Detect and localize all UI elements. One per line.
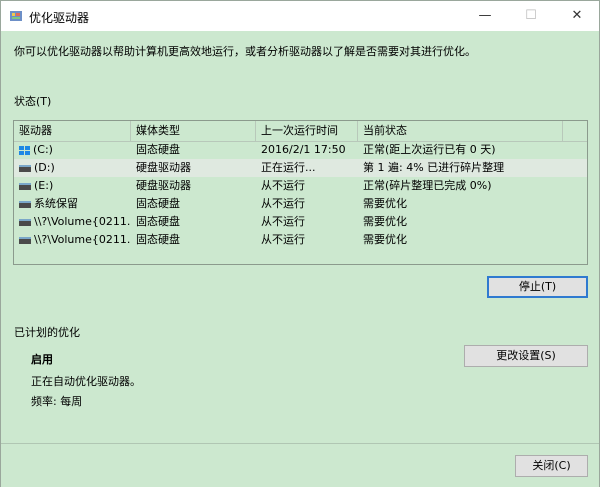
status-label: 状态(T) [14, 95, 52, 108]
media-type: 硬盘驱动器 [136, 161, 191, 174]
drive-name: (C:) [33, 143, 53, 156]
current-status: 第 1 遍: 4% 已进行碎片整理 [363, 161, 505, 174]
change-settings-button[interactable]: 更改设置(S) [464, 345, 588, 367]
drive-list[interactable]: 驱动器 媒体类型 上一次运行时间 当前状态 (C:) 固态硬盘 2016/2/1… [13, 120, 588, 265]
last-run: 2016/2/1 17:50 [261, 143, 346, 156]
last-run: 从不运行 [261, 197, 305, 210]
windows-drive-icon [19, 145, 30, 155]
table-row[interactable]: 系统保留 固态硬盘 从不运行 需要优化 [14, 195, 587, 213]
table-header: 驱动器 媒体类型 上一次运行时间 当前状态 [14, 121, 587, 142]
table-row[interactable]: \\?\Volume{0211... 固态硬盘 从不运行 需要优化 [14, 213, 587, 231]
column-header-drive[interactable]: 驱动器 [14, 121, 131, 141]
table-row[interactable]: (D:) 硬盘驱动器 正在运行... 第 1 遍: 4% 已进行碎片整理 [14, 159, 587, 177]
column-header-media-type[interactable]: 媒体类型 [131, 121, 256, 141]
scheduled-optimization-label: 已计划的优化 [14, 326, 80, 339]
drive-icon [19, 182, 31, 190]
title-bar: 优化驱动器 — ☐ ✕ [1, 1, 599, 31]
column-header-last-run[interactable]: 上一次运行时间 [256, 121, 358, 141]
close-button[interactable]: 关闭(C) [515, 455, 588, 477]
column-header-current-status[interactable]: 当前状态 [358, 121, 563, 141]
last-run: 正在运行... [261, 161, 316, 174]
table-row[interactable]: (C:) 固态硬盘 2016/2/1 17:50 正常(距上次运行已有 0 天) [14, 141, 587, 159]
media-type: 固态硬盘 [136, 215, 180, 228]
current-status: 正常(距上次运行已有 0 天) [363, 143, 496, 156]
schedule-frequency: 频率: 每周 [31, 395, 83, 408]
drive-icon [19, 164, 31, 172]
defrag-app-icon [10, 11, 22, 21]
table-row[interactable]: (E:) 硬盘驱动器 从不运行 正常(碎片整理已完成 0%) [14, 177, 587, 195]
current-status: 需要优化 [363, 233, 407, 246]
minimize-button[interactable]: — [462, 1, 508, 31]
last-run: 从不运行 [261, 233, 305, 246]
maximize-button[interactable]: ☐ [508, 1, 554, 31]
media-type: 固态硬盘 [136, 197, 180, 210]
drive-icon [19, 200, 31, 208]
window-title: 优化驱动器 [29, 11, 90, 25]
drive-icon [19, 218, 31, 226]
last-run: 从不运行 [261, 179, 305, 192]
drive-name: (D:) [34, 161, 55, 174]
description-text: 你可以优化驱动器以帮助计算机更高效地运行，或者分析驱动器以了解是否需要对其进行优… [14, 45, 476, 58]
stop-button[interactable]: 停止(T) [487, 276, 588, 298]
drive-name: \\?\Volume{0211... [34, 215, 131, 228]
current-status: 正常(碎片整理已完成 0%) [363, 179, 492, 192]
last-run: 从不运行 [261, 215, 305, 228]
table-row[interactable]: \\?\Volume{0211... 固态硬盘 从不运行 需要优化 [14, 231, 587, 249]
drive-name: (E:) [34, 179, 54, 192]
media-type: 固态硬盘 [136, 143, 180, 156]
optimize-drives-window: 优化驱动器 — ☐ ✕ 你可以优化驱动器以帮助计算机更高效地运行，或者分析驱动器… [0, 0, 600, 487]
close-window-button[interactable]: ✕ [554, 1, 600, 31]
drive-icon [19, 236, 31, 244]
schedule-status: 启用 [31, 353, 53, 366]
current-status: 需要优化 [363, 215, 407, 228]
media-type: 硬盘驱动器 [136, 179, 191, 192]
footer-bar [1, 443, 599, 487]
drive-name: \\?\Volume{0211... [34, 233, 131, 246]
schedule-description: 正在自动优化驱动器。 [31, 375, 141, 388]
drive-name: 系统保留 [34, 197, 78, 210]
media-type: 固态硬盘 [136, 233, 180, 246]
current-status: 需要优化 [363, 197, 407, 210]
